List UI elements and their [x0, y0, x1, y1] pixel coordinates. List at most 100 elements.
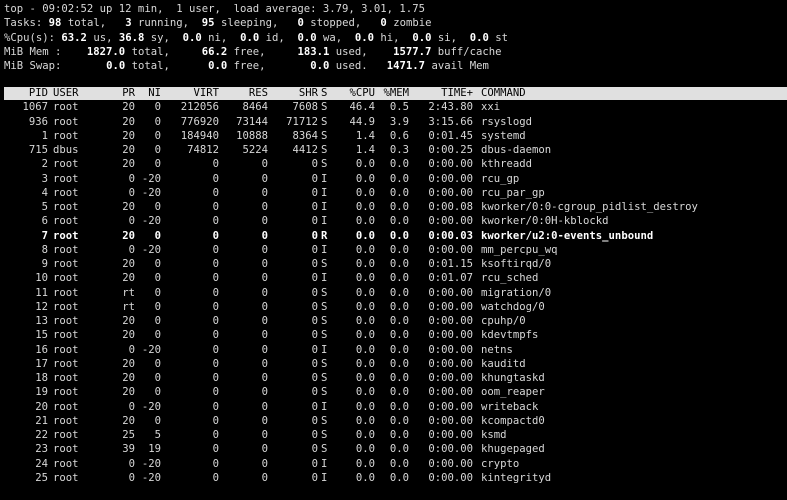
process-row[interactable]: 936 root 20 0 776920 73144 71712 S 44.9 3.9 3:15.6… [4, 115, 787, 129]
cpu-st-label: st [488, 31, 509, 44]
cpu-wa-label: wa, [316, 31, 343, 44]
process-row[interactable]: 17 root 20 0 0 0 0 S 0.0 0.0 0:00.00 kauditd [4, 357, 787, 371]
process-virt-cell: 0 [212, 329, 219, 342]
process-virt-cell: 0 [212, 429, 219, 441]
process-time-cell: 0:00.00 [428, 414, 473, 427]
process-row[interactable]: 19 root 20 0 0 0 0 S 0.0 0.0 0:00.00 oom_reaper [4, 385, 787, 399]
process-nice-cell: 0 [154, 129, 161, 142]
swap-free-label: free, [227, 60, 266, 72]
process-user-cell: root [53, 357, 79, 370]
process-nice-cell: 0 [154, 315, 161, 327]
process-mem-cell: 0.0 [389, 400, 409, 413]
column-header-res[interactable]: RES [219, 87, 268, 100]
process-res-cell: 0 [261, 414, 268, 427]
process-row[interactable]: 11 root rt 0 0 0 0 S 0.0 0.0 0:00.00 migration/0 [4, 286, 787, 300]
column-header-mem[interactable]: %MEM [375, 87, 409, 100]
process-user-cell: root [53, 414, 79, 427]
process-row[interactable]: 24 root 0 -20 0 0 0 I 0.0 0.0 0:00.00 crypto [4, 457, 787, 471]
column-header-time[interactable]: TIME+ [409, 87, 473, 100]
process-row[interactable]: 21 root 20 0 0 0 0 S 0.0 0.0 0:00.00 kcompactd0 [4, 414, 787, 428]
process-command-cell: watchdog/0 [481, 300, 545, 313]
tasks-line: Tasks: 98 total, 3 running, 95 sleeping,… [4, 16, 787, 30]
process-virt-cell: 0 [212, 258, 219, 270]
process-row[interactable]: 13 root 20 0 0 0 0 S 0.0 0.0 0:00.00 cpuhp/0 [4, 314, 787, 328]
column-header-ni[interactable]: NI [135, 87, 161, 100]
process-list[interactable]: 1067 root 20 0 212056 8464 7608 S 46.4 0.5 2:43.80… [4, 100, 787, 485]
process-priority-cell: 20 [122, 386, 135, 399]
mem-total-value: 1827.0 [86, 45, 126, 58]
process-row[interactable]: 15 root 20 0 0 0 0 S 0.0 0.0 0:00.00 kdevtmpfs [4, 328, 787, 342]
column-header-cpu[interactable]: %CPU [335, 87, 375, 100]
cpu-si-value: 0.0 [412, 31, 432, 44]
process-shr-cell: 0 [311, 201, 318, 213]
column-header-user[interactable]: USER [48, 87, 115, 100]
process-shr-cell: 8364 [292, 129, 318, 142]
process-command-cell: systemd [481, 129, 526, 142]
process-shr-cell: 0 [311, 343, 318, 356]
process-row[interactable]: 16 root 0 -20 0 0 0 I 0.0 0.0 0:00.00 netns [4, 343, 787, 357]
process-priority-cell: 20 [122, 101, 135, 114]
process-row[interactable]: 715 dbus 20 0 74812 5224 4412 S 1.4 0.3 0:00.25 dbu… [4, 143, 787, 157]
process-row[interactable]: 6 root 0 -20 0 0 0 I 0.0 0.0 0:00.00 kworker/0:0H-k… [4, 214, 787, 228]
process-pid-cell: 16 [35, 343, 48, 356]
process-row[interactable]: 18 root 20 0 0 0 0 S 0.0 0.0 0:00.00 khungtaskd [4, 371, 787, 385]
process-command-cell: migration/0 [481, 286, 552, 299]
process-pid-cell: 1 [41, 129, 48, 142]
process-time-cell: 0:00.00 [428, 286, 473, 299]
process-row[interactable]: 12 root rt 0 0 0 0 S 0.0 0.0 0:00.00 watchdog/0 [4, 300, 787, 314]
process-shr-cell: 0 [311, 471, 318, 484]
process-command-cell: writeback [481, 400, 539, 413]
process-state-cell: I [321, 471, 328, 484]
column-header-virt[interactable]: VIRT [161, 87, 219, 100]
process-nice-cell: 0 [154, 372, 161, 384]
column-header-command[interactable]: COMMAND [473, 87, 526, 100]
process-row[interactable]: 7 root 20 0 0 0 0 R 0.0 0.0 0:00.03 kworker/u2:0-ev… [4, 229, 787, 243]
process-mem-cell: 0.0 [389, 172, 409, 185]
mem-buff-label: buff/cache [431, 45, 502, 58]
cpu-wa-value: 0.0 [297, 31, 317, 44]
process-row[interactable]: 1067 root 20 0 212056 8464 7608 S 46.4 0.5 2:43.80… [4, 100, 787, 114]
process-row[interactable]: 25 root 0 -20 0 0 0 I 0.0 0.0 0:00.00 kintegrityd [4, 471, 787, 485]
process-table-header[interactable]: PID USER PR NI VIRT RES SHR S %CPU %MEM … [4, 87, 787, 101]
process-mem-cell: 0.0 [389, 429, 409, 441]
process-state-cell: S [321, 101, 328, 114]
process-nice-cell: -20 [141, 471, 161, 484]
process-user-cell: root [53, 386, 79, 399]
process-virt-cell: 776920 [180, 115, 219, 128]
column-header-state[interactable]: S [318, 87, 335, 100]
process-nice-cell: 0 [154, 286, 161, 299]
process-shr-cell: 0 [311, 372, 318, 384]
process-state-cell: I [321, 400, 328, 413]
process-pid-cell: 19 [35, 386, 48, 399]
process-virt-cell: 212056 [180, 101, 219, 114]
process-row[interactable]: 2 root 20 0 0 0 0 S 0.0 0.0 0:00.00 kthreadd [4, 157, 787, 171]
process-row[interactable]: 9 root 20 0 0 0 0 S 0.0 0.0 0:01.15 ksoftirqd/0 [4, 257, 787, 271]
process-state-cell: S [321, 158, 328, 171]
process-pid-cell: 15 [35, 329, 48, 342]
process-row[interactable]: 20 root 0 -20 0 0 0 I 0.0 0.0 0:00.00 writeback [4, 400, 787, 414]
process-time-cell: 0:00.00 [428, 429, 473, 441]
process-cpu-cell: 0.0 [355, 172, 375, 185]
process-row[interactable]: 4 root 0 -20 0 0 0 I 0.0 0.0 0:00.00 rcu_par_gp [4, 186, 787, 200]
process-user-cell: root [53, 115, 79, 128]
process-shr-cell: 0 [311, 443, 318, 456]
terminal-window[interactable]: top - 09:02:52 up 12 min, 1 user, load a… [0, 0, 787, 500]
process-row[interactable]: 3 root 0 -20 0 0 0 I 0.0 0.0 0:00.00 rcu_gp [4, 172, 787, 186]
column-header-pid[interactable]: PID [4, 87, 48, 100]
process-row[interactable]: 1 root 20 0 184940 10888 8364 S 1.4 0.6 0:01.45 sys… [4, 129, 787, 143]
process-virt-cell: 0 [212, 471, 219, 484]
process-mem-cell: 0.0 [389, 158, 409, 171]
process-row[interactable]: 22 root 25 5 0 0 0 S 0.0 0.0 0:00.00 ksmd [4, 428, 787, 442]
process-pid-cell: 6 [41, 215, 48, 228]
process-mem-cell: 0.0 [389, 300, 409, 313]
process-row[interactable]: 10 root 20 0 0 0 0 I 0.0 0.0 0:01.07 rcu_sched [4, 271, 787, 285]
column-header-shr[interactable]: SHR [268, 87, 318, 100]
process-user-cell: root [53, 300, 79, 313]
process-row[interactable]: 23 root 39 19 0 0 0 S 0.0 0.0 0:00.00 khugepaged [4, 442, 787, 456]
process-nice-cell: 0 [154, 115, 161, 128]
process-row[interactable]: 5 root 20 0 0 0 0 I 0.0 0.0 0:00.08 kworker/0:0-cgr… [4, 200, 787, 214]
swap-label: MiB Swap: [4, 60, 62, 72]
column-header-pr[interactable]: PR [115, 87, 135, 100]
process-row[interactable]: 8 root 0 -20 0 0 0 I 0.0 0.0 0:00.00 mm_percpu_wq [4, 243, 787, 257]
process-pid-cell: 18 [35, 372, 48, 384]
